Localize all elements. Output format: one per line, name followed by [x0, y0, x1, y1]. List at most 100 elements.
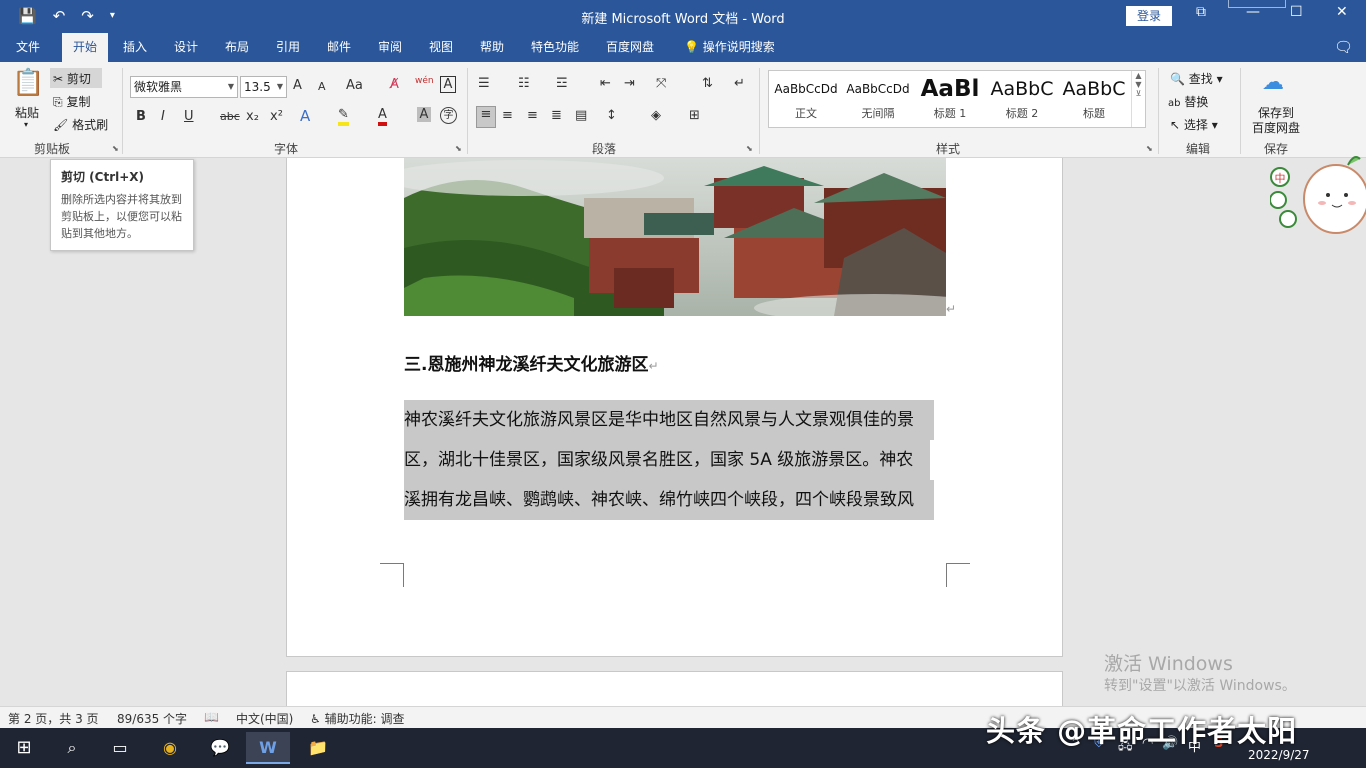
- format-painter-button[interactable]: 🖌 格式刷: [53, 116, 108, 133]
- strikethrough-icon[interactable]: abc: [220, 110, 240, 123]
- cut-button[interactable]: ✂ 剪切: [50, 68, 102, 88]
- char-shading-icon[interactable]: A: [417, 107, 431, 122]
- minimize-button[interactable]: —: [1246, 4, 1260, 20]
- copy-button[interactable]: ⎘ 复制: [53, 93, 90, 110]
- paste-dropdown-icon[interactable]: ▾: [24, 120, 28, 129]
- borders-icon[interactable]: ⊞: [689, 108, 700, 123]
- styles-launcher-icon[interactable]: ⬊: [1146, 144, 1153, 153]
- align-center-icon[interactable]: ≡: [502, 108, 513, 123]
- text-effects-icon[interactable]: A: [300, 107, 310, 125]
- selected-text-line[interactable]: 区，湖北十佳景区，国家级风景名胜区，国家 5A 级旅游景区。神农: [404, 440, 930, 480]
- italic-icon[interactable]: I: [161, 109, 165, 124]
- styles-gallery: AaBbCcDd 正文 AaBbCcDd 无间隔 AaBl 标题 1 AaBbC…: [768, 70, 1146, 128]
- search-icon[interactable]: ⌕: [50, 732, 94, 764]
- change-case-icon[interactable]: Aa: [346, 78, 363, 93]
- numbering-icon[interactable]: ☷: [518, 76, 530, 91]
- language-indicator[interactable]: 中文(中国): [236, 710, 293, 727]
- tab-design[interactable]: 设计: [166, 33, 206, 62]
- chrome-icon[interactable]: ◉: [148, 732, 192, 764]
- tab-references[interactable]: 引用: [268, 33, 308, 62]
- clipboard-launcher-icon[interactable]: ⬊: [112, 144, 119, 153]
- find-button[interactable]: 🔍 查找 ▾: [1170, 70, 1223, 87]
- clear-format-icon[interactable]: A̸: [390, 77, 399, 92]
- tab-view[interactable]: 视图: [421, 33, 461, 62]
- gallery-scroll[interactable]: ▲ ▼ ⊻: [1131, 71, 1145, 127]
- shading-icon[interactable]: ◈: [651, 108, 661, 123]
- chinese-layout-icon[interactable]: ⤧: [656, 76, 666, 91]
- tab-baidu-netdisk[interactable]: 百度网盘: [598, 33, 662, 62]
- comment-icon[interactable]: 🗨: [1326, 33, 1361, 62]
- highlight-icon[interactable]: ✎: [338, 107, 349, 126]
- phonetic-guide-icon[interactable]: wén: [415, 76, 434, 86]
- windows-start-icon[interactable]: ⊞: [2, 732, 46, 764]
- align-left-icon[interactable]: ≡: [476, 106, 496, 128]
- tell-me-search[interactable]: 💡 操作说明搜索: [676, 33, 783, 62]
- line-spacing-icon[interactable]: ↕: [606, 108, 617, 123]
- increase-indent-icon[interactable]: ⇥: [624, 76, 635, 91]
- tab-features[interactable]: 特色功能: [523, 33, 587, 62]
- justify-icon[interactable]: ≣: [551, 108, 562, 123]
- multilevel-list-icon[interactable]: ☲: [556, 76, 568, 91]
- tab-insert[interactable]: 插入: [115, 33, 155, 62]
- clock-date[interactable]: 2022/9/27: [1248, 748, 1310, 762]
- shrink-font-icon[interactable]: A: [318, 80, 326, 93]
- selected-text-line[interactable]: 溪拥有龙昌峡、鹦鹉峡、神农峡、绵竹峡四个峡段，四个峡段景致风: [404, 480, 934, 520]
- font-launcher-icon[interactable]: ⬊: [455, 144, 462, 153]
- style-heading-1[interactable]: AaBl 标题 1: [915, 71, 985, 127]
- subscript-icon[interactable]: x₂: [246, 109, 259, 124]
- chevron-down-icon: ▼: [227, 82, 234, 91]
- tab-home[interactable]: 开始: [62, 33, 108, 62]
- next-page[interactable]: [286, 671, 1063, 706]
- align-right-icon[interactable]: ≡: [527, 108, 538, 123]
- font-color-icon[interactable]: A: [378, 107, 387, 126]
- wechat-icon[interactable]: 💬: [198, 732, 242, 764]
- paste-icon[interactable]: 📋: [12, 68, 44, 98]
- word-icon[interactable]: W: [246, 732, 290, 764]
- bold-icon[interactable]: B: [136, 109, 146, 124]
- ribbon-display-icon[interactable]: ⧉: [1196, 4, 1206, 20]
- font-name-select[interactable]: 微软雅黑 ▼: [130, 76, 238, 98]
- word-count[interactable]: 89/635 个字: [117, 710, 187, 727]
- tab-review[interactable]: 审阅: [370, 33, 410, 62]
- page-count[interactable]: 第 2 页，共 3 页: [8, 710, 99, 727]
- font-size-select[interactable]: 13.5 ▼: [240, 76, 287, 98]
- close-button[interactable]: ✕: [1336, 4, 1348, 20]
- underline-icon[interactable]: U: [184, 109, 194, 124]
- tab-help[interactable]: 帮助: [472, 33, 512, 62]
- distributed-icon[interactable]: ▤: [575, 108, 587, 123]
- decrease-indent-icon[interactable]: ⇤: [600, 76, 611, 91]
- tab-mailings[interactable]: 邮件: [319, 33, 359, 62]
- proofing-icon[interactable]: 📖: [204, 710, 219, 724]
- style-normal[interactable]: AaBbCcDd 正文: [771, 71, 841, 127]
- style-heading-2[interactable]: AaBbC 标题 2: [987, 71, 1057, 127]
- selected-text-line[interactable]: 神农溪纤夫文化旅游风景区是华中地区自然风景与人文景观俱佳的景: [404, 400, 934, 440]
- baidu-label[interactable]: 百度网盘: [1252, 119, 1300, 136]
- style-title[interactable]: AaBbC 标题: [1059, 71, 1129, 127]
- enclose-char-icon[interactable]: 字: [440, 107, 457, 124]
- show-marks-icon[interactable]: ↵: [734, 76, 745, 91]
- separator: [1158, 68, 1159, 154]
- select-button[interactable]: ↖ 选择 ▾: [1170, 116, 1218, 133]
- superscript-icon[interactable]: x²: [270, 109, 283, 124]
- paste-button[interactable]: 粘贴: [15, 104, 39, 121]
- maximize-button[interactable]: ☐: [1290, 4, 1303, 20]
- accessibility-checker[interactable]: ♿ 辅助功能: 调查: [310, 710, 404, 727]
- style-preview: AaBbCcDd: [774, 82, 838, 96]
- style-name: 标题 2: [1005, 107, 1039, 120]
- style-no-spacing[interactable]: AaBbCcDd 无间隔: [843, 71, 913, 127]
- char-border-icon[interactable]: A: [440, 76, 456, 93]
- grow-font-icon[interactable]: A: [293, 78, 302, 93]
- tab-layout[interactable]: 布局: [217, 33, 257, 62]
- replace-button[interactable]: ab 替换: [1168, 93, 1208, 110]
- section-heading[interactable]: 三.恩施州神龙溪纤夫文化旅游区↵: [404, 350, 659, 375]
- task-view-icon[interactable]: ▭: [98, 732, 142, 764]
- baidu-netdisk-icon[interactable]: ☁: [1262, 70, 1284, 95]
- bullets-icon[interactable]: ☰: [478, 76, 490, 91]
- login-button[interactable]: 登录: [1126, 6, 1172, 26]
- sort-icon[interactable]: ⇅: [702, 76, 713, 91]
- paragraph-launcher-icon[interactable]: ⬊: [746, 144, 753, 153]
- temple-photo[interactable]: [404, 158, 946, 316]
- file-explorer-icon[interactable]: 📁: [296, 732, 340, 764]
- document-workspace[interactable]: ↵ 三.恩施州神龙溪纤夫文化旅游区↵ 神农溪纤夫文化旅游风景区是华中地区自然风景…: [0, 158, 1366, 706]
- tab-file[interactable]: 文件: [8, 33, 48, 62]
